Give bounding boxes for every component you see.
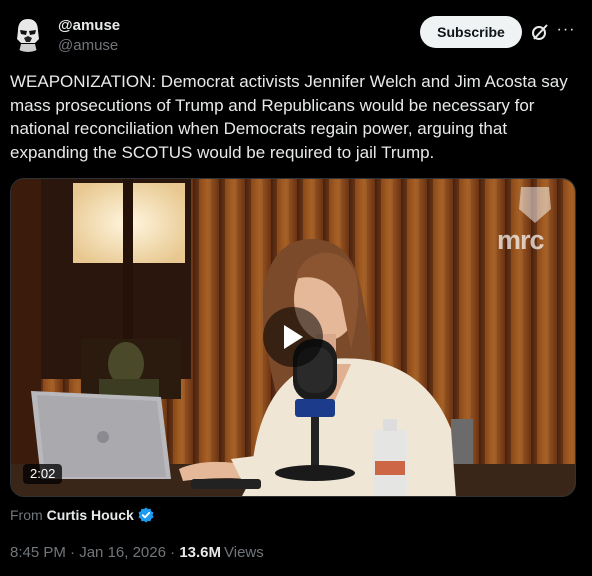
author-names: @amuse @amuse	[58, 17, 120, 56]
separator: ·	[65, 544, 80, 561]
author-handle[interactable]: @amuse	[58, 36, 120, 56]
source-attribution: From Curtis Houck	[10, 507, 154, 523]
views-label: Views	[224, 544, 264, 561]
post-metadata: 8:45 PM · Jan 16, 2026 · 13.6M Views	[10, 544, 264, 561]
source-prefix: From	[10, 507, 43, 523]
separator: ·	[165, 544, 180, 561]
post-header: @amuse @amuse Subscribe ···	[0, 0, 592, 66]
avatar[interactable]	[8, 12, 48, 52]
verified-badge-icon	[138, 507, 154, 523]
author-display-name[interactable]: @amuse	[58, 17, 120, 35]
watermark-logo: mrc	[497, 225, 545, 255]
video-duration: 2:02	[23, 464, 63, 484]
tweet-text: WEAPONIZATION: Democrat activists Jennif…	[10, 72, 568, 162]
video-player[interactable]: mrc 2:02	[10, 178, 576, 497]
more-options-icon[interactable]: ···	[556, 18, 576, 42]
post-date[interactable]: Jan 16, 2026	[79, 544, 166, 561]
subscribe-button[interactable]: Subscribe	[420, 16, 522, 48]
grok-icon[interactable]	[530, 22, 550, 42]
views-count: 13.6M	[179, 544, 222, 561]
stormtrooper-avatar-icon	[8, 12, 48, 52]
post-time[interactable]: 8:45 PM	[10, 544, 66, 561]
source-author-link[interactable]: Curtis Houck	[47, 507, 134, 523]
play-icon	[284, 325, 303, 349]
play-button[interactable]	[263, 307, 323, 367]
